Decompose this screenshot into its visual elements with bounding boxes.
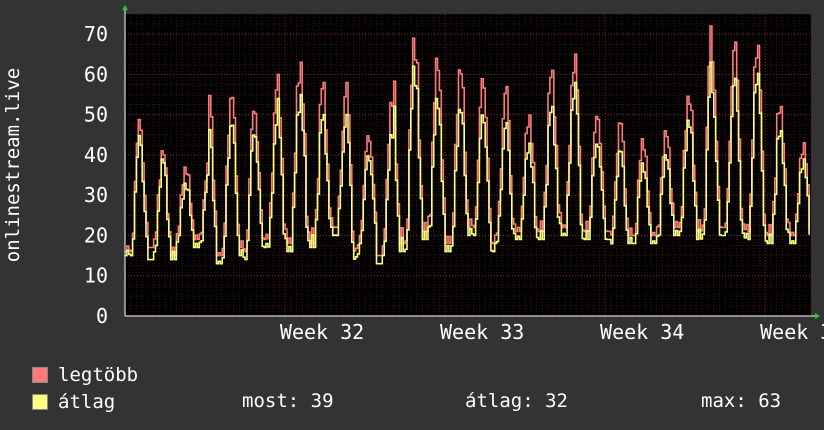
y-tick-label: 0 (96, 304, 108, 328)
y-tick-label: 20 (84, 223, 108, 247)
y-tick-label: 30 (84, 183, 108, 207)
legend-label-max: legtöbb (58, 364, 139, 386)
stat-now: most: 39 (242, 390, 334, 412)
x-tick-label: Week 34 (600, 320, 684, 344)
y-tick-label: 10 (84, 264, 108, 288)
stat-max: max: 63 (701, 390, 782, 412)
stat-average: átlag: 32 (465, 390, 568, 412)
y-tick-label: 70 (84, 22, 108, 46)
y-tick-label: 50 (84, 103, 108, 127)
y-axis-label: onlinestream.live (2, 68, 24, 262)
legend-swatch-max (32, 367, 48, 383)
x-tick-label: Week 33 (440, 320, 524, 344)
x-axis-arrow-icon (815, 313, 820, 319)
x-tick-label: Week 32 (280, 320, 364, 344)
y-axis-arrow-icon (122, 5, 128, 10)
x-tick-label: Week 35 (760, 320, 824, 344)
line-chart: 0 10 20 30 40 50 60 70 Week 32 Week 33 Week 34 Week… (2, 5, 824, 344)
y-tick-label: 40 (84, 143, 108, 167)
y-tick-label: 60 (84, 62, 108, 86)
legend-label-avg: átlag (58, 391, 116, 413)
legend-swatch-avg (32, 394, 48, 410)
